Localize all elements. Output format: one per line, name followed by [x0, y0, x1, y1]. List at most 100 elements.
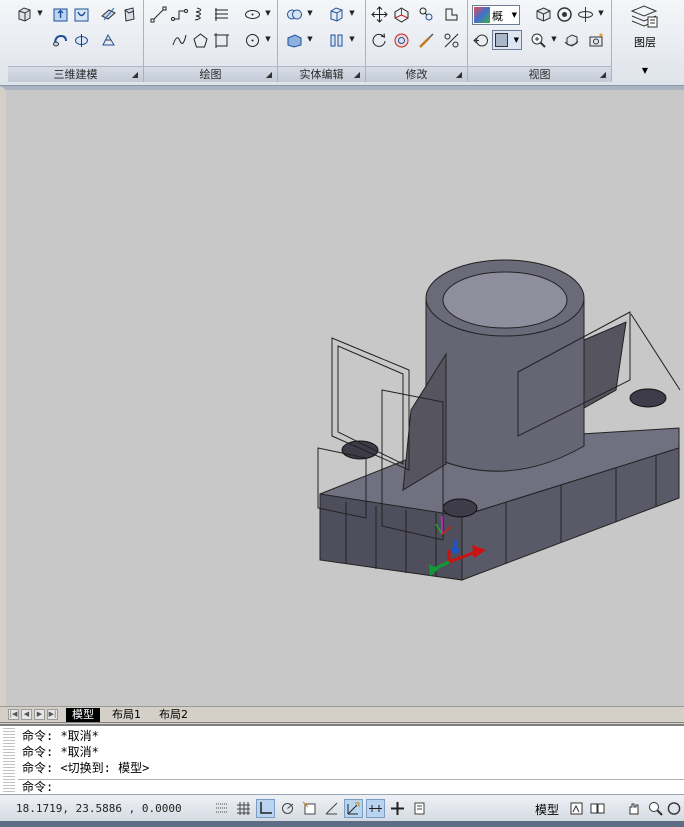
named-views-dropdown[interactable]: ▼	[492, 30, 522, 50]
grid-icon[interactable]	[234, 799, 253, 818]
copy-icon[interactable]	[416, 4, 436, 24]
revolve-icon[interactable]	[71, 30, 91, 50]
panel-title-solid-editing[interactable]: 实体编辑 ◢	[278, 66, 365, 82]
3d-model[interactable]	[6, 90, 684, 706]
tab-model[interactable]: 模型	[66, 708, 100, 722]
layers-dropdown-arrow[interactable]: ▼	[616, 66, 674, 75]
polyline-icon[interactable]	[169, 4, 189, 24]
3d-move-icon[interactable]	[391, 4, 411, 24]
infer-constraints-icon[interactable]	[212, 799, 231, 818]
lineweight-icon[interactable]	[388, 799, 407, 818]
layers-icon	[630, 3, 658, 32]
ellipse-dropdown-arrow[interactable]: ▼	[264, 9, 272, 17]
panel-title-3d-modeling[interactable]: 三维建模 ◢	[8, 66, 143, 82]
panel-title-modify[interactable]: 修改 ◢	[366, 66, 467, 82]
presspull-icon[interactable]	[71, 4, 91, 24]
union-dropdown-arrow[interactable]: ▼	[306, 9, 314, 17]
cylinder-bore	[442, 271, 568, 329]
box-dropdown-arrow[interactable]: ▼	[36, 9, 44, 17]
box-icon[interactable]	[14, 4, 34, 24]
3d-orbit-icon[interactable]	[561, 30, 581, 50]
visual-style-dropdown[interactable]: 概 ▼	[472, 5, 520, 25]
panel-title-view[interactable]: 视图 ◢	[468, 66, 611, 82]
circle-dropdown-arrow[interactable]: ▼	[264, 35, 272, 43]
layout-tabs-bar: |◀ ◀ ▶ ▶| 模型 布局1 布局2	[0, 706, 684, 723]
previous-view-icon[interactable]	[471, 30, 491, 50]
quick-properties-icon[interactable]	[410, 799, 429, 818]
coordinates-readout[interactable]: 18.1719, 23.5886 , 0.0000	[16, 802, 182, 815]
next-tab-button[interactable]: ▶	[34, 709, 45, 720]
steering-wheel-icon[interactable]	[554, 4, 574, 24]
mounting-hole	[629, 388, 667, 408]
camera-icon[interactable]	[586, 30, 606, 50]
model-space-button[interactable]: 模型	[535, 801, 559, 818]
tab-layout1[interactable]: 布局1	[106, 708, 147, 722]
dynamic-ucs-icon[interactable]	[344, 799, 363, 818]
object-snap-icon[interactable]	[300, 799, 319, 818]
drawing-viewport[interactable]	[0, 86, 684, 706]
last-tab-button[interactable]: ▶|	[47, 709, 58, 720]
section-plane-wireframe	[630, 313, 681, 391]
zoom-icon[interactable]	[528, 30, 548, 50]
ortho-icon[interactable]	[256, 799, 275, 818]
separate-dropdown-arrow[interactable]: ▼	[348, 35, 356, 43]
layers-button[interactable]: 图层 ▼	[616, 0, 674, 82]
spline-icon[interactable]	[169, 30, 189, 50]
3d-rotate-icon[interactable]	[391, 30, 411, 50]
command-input[interactable]: 命令:	[18, 779, 684, 795]
extrude-icon[interactable]	[50, 4, 70, 24]
panel-3d-modeling: ▼ 三维建模 ◢	[8, 0, 144, 82]
command-history: 命令: *取消* 命令: *取消* 命令: <切换到: 模型>	[22, 728, 149, 776]
zoom-dropdown-arrow[interactable]: ▼	[550, 35, 558, 43]
mounting-hole	[442, 498, 478, 518]
orbit-dropdown-arrow[interactable]: ▼	[597, 9, 605, 17]
extract-edges-icon[interactable]	[326, 4, 346, 24]
polygon-icon[interactable]	[190, 30, 210, 50]
status-bar: 18.1719, 23.5886 , 0.0000 模型	[0, 794, 684, 821]
line-icon[interactable]	[148, 4, 168, 24]
slice-icon[interactable]	[98, 4, 118, 24]
autocad-window: ▼ 三维建模 ◢ ▼ ▼ 绘图 ◢ ▼ ▼ ▼ ▼ 实体编辑 ◢ 修改 ◢ 概 …	[0, 0, 684, 827]
loft-icon[interactable]	[98, 30, 118, 50]
stretch-icon[interactable]	[441, 4, 461, 24]
command-window: 命令: *取消* 命令: *取消* 命令: <切换到: 模型> 命令:	[0, 724, 684, 794]
helix-icon[interactable]	[190, 4, 210, 24]
scale-icon[interactable]	[441, 30, 461, 50]
view-cube-icon[interactable]	[533, 4, 553, 24]
ellipse-icon[interactable]	[242, 4, 262, 24]
section-plane-icon[interactable]	[119, 4, 139, 24]
panel-modify: 修改 ◢	[366, 0, 468, 82]
object-snap-tracking-icon[interactable]	[322, 799, 341, 818]
dynamic-input-icon[interactable]	[366, 799, 385, 818]
steering-wheels-icon[interactable]	[666, 799, 682, 818]
extrude-faces-dropdown-arrow[interactable]: ▼	[306, 35, 314, 43]
tab-layout2[interactable]: 布局2	[153, 708, 194, 722]
polar-tracking-icon[interactable]	[278, 799, 297, 818]
zoom-realtime-icon[interactable]	[646, 799, 665, 818]
quick-view-layouts-icon[interactable]	[588, 799, 607, 818]
separate-icon[interactable]	[326, 30, 346, 50]
sweep-icon[interactable]	[50, 30, 70, 50]
extract-edges-dropdown-arrow[interactable]: ▼	[348, 9, 356, 17]
move-icon[interactable]	[369, 4, 389, 24]
fillet-icon[interactable]	[416, 30, 436, 50]
first-tab-button[interactable]: |◀	[8, 709, 19, 720]
hatch-icon[interactable]	[211, 4, 231, 24]
panel-title-draw[interactable]: 绘图 ◢	[144, 66, 277, 82]
pan-icon[interactable]	[624, 799, 643, 818]
rotate-icon[interactable]	[369, 30, 389, 50]
visual-style-label: 概	[492, 10, 503, 23]
circle-icon[interactable]	[242, 30, 262, 50]
rectangle-icon[interactable]	[211, 30, 231, 50]
previous-tab-button[interactable]: ◀	[21, 709, 32, 720]
support-rib	[583, 321, 627, 409]
panel-solid-editing: ▼ ▼ ▼ ▼ 实体编辑 ◢	[278, 0, 366, 82]
named-views-dropdown-arrow: ▼	[513, 36, 519, 44]
union-icon[interactable]	[284, 4, 304, 24]
command-window-grip[interactable]	[3, 728, 15, 794]
ribbon: ▼ 三维建模 ◢ ▼ ▼ 绘图 ◢ ▼ ▼ ▼ ▼ 实体编辑 ◢ 修改 ◢ 概 …	[0, 0, 684, 86]
extrude-faces-icon[interactable]	[284, 30, 304, 50]
panel-draw: ▼ ▼ 绘图 ◢	[144, 0, 278, 82]
orbit-icon[interactable]	[575, 4, 595, 24]
layout-view-icon[interactable]	[567, 799, 586, 818]
